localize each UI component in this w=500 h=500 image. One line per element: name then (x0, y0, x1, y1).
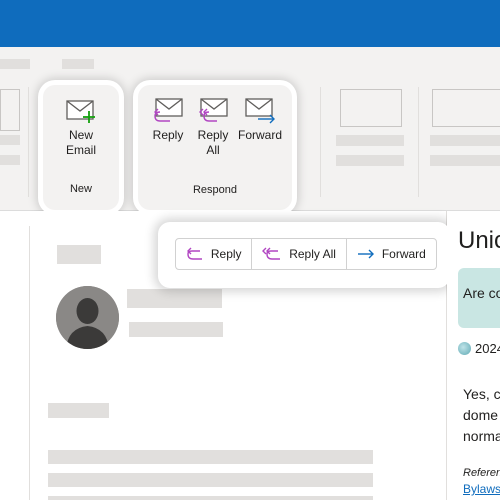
new-email-button[interactable]: New Email (51, 97, 111, 158)
ribbon-placeholder (0, 59, 30, 69)
ribbon-placeholder-icon (340, 89, 402, 127)
reply-all-arrow-icon (262, 247, 281, 260)
reply-icon (154, 98, 183, 122)
status-icon (458, 342, 471, 355)
ribbon-placeholder-icon (0, 89, 20, 131)
recipient-placeholder (129, 322, 223, 337)
toolbar-reply-all-button[interactable]: Reply All (252, 239, 347, 269)
ribbon-divider (418, 87, 419, 197)
question-banner-text: Are co (463, 285, 500, 301)
reference-label: Referen (463, 467, 500, 479)
body-placeholder (48, 403, 109, 418)
reply-all-button[interactable]: Reply All (193, 97, 233, 158)
avatar (56, 286, 119, 349)
toolbar-forward-label: Forward (381, 247, 426, 261)
sender-placeholder (127, 289, 222, 308)
toolbar-forward-button[interactable]: Forward (347, 239, 436, 269)
group-label-new: New (69, 183, 92, 195)
ribbon-placeholder (0, 155, 20, 165)
ribbon-placeholder (62, 59, 94, 69)
reference-link[interactable]: Bylaws (463, 482, 500, 496)
reply-all-label-line2: All (206, 143, 220, 157)
ribbon-divider (28, 87, 29, 197)
message-response-toolbar: Reply Reply All Forward (158, 222, 450, 288)
app-title-bar (0, 0, 500, 47)
toolbar-reply-button[interactable]: Reply (176, 239, 253, 269)
toolbar-reply-label: Reply (210, 247, 242, 261)
body-line-placeholder (48, 450, 373, 464)
right-panel-title: Unic (458, 227, 500, 254)
date-text: 2024 (475, 341, 500, 356)
ribbon-placeholder (336, 155, 404, 166)
answer-line: dome (463, 407, 499, 423)
ribbon-placeholder (430, 135, 500, 146)
new-email-label-line2: Email (65, 143, 96, 157)
body-line-placeholder (48, 473, 373, 487)
reply-arrow-icon (186, 247, 202, 260)
forward-button[interactable]: Forward (236, 97, 284, 143)
right-panel: Unic Are co 2024 Yes, c dome norma Refer… (447, 211, 500, 500)
reply-all-label-line1: Reply (197, 128, 229, 142)
group-label-respond: Respond (192, 184, 238, 196)
reply-label: Reply (152, 128, 184, 142)
ribbon-group-new: New Email New (43, 85, 119, 210)
answer-line: norma (463, 428, 500, 444)
toolbar-reply-all-label: Reply All (289, 247, 336, 261)
forward-arrow-icon (357, 249, 374, 259)
person-icon (56, 286, 119, 349)
answer-line: Yes, c (463, 386, 500, 402)
reply-button[interactable]: Reply (148, 97, 188, 143)
ribbon-group-respond: Reply Reply All Forward Respond (138, 85, 292, 210)
new-email-label-line1: New (68, 128, 93, 142)
new-email-icon (66, 100, 95, 123)
ribbon-placeholder (0, 135, 20, 145)
reply-all-icon (199, 98, 228, 122)
question-banner: Are co (458, 268, 500, 328)
subject-placeholder (57, 245, 101, 264)
ribbon-divider (320, 87, 321, 197)
forward-label: Forward (237, 128, 282, 142)
body-line-placeholder (48, 496, 373, 500)
answer-text: Yes, c dome norma (463, 384, 500, 447)
ribbon-placeholder (336, 135, 404, 146)
ribbon-placeholder (430, 155, 500, 166)
ribbon-placeholder-icon (432, 89, 500, 127)
response-button-group: Reply Reply All Forward (175, 238, 437, 270)
forward-icon (245, 98, 275, 124)
pane-divider (29, 226, 30, 500)
